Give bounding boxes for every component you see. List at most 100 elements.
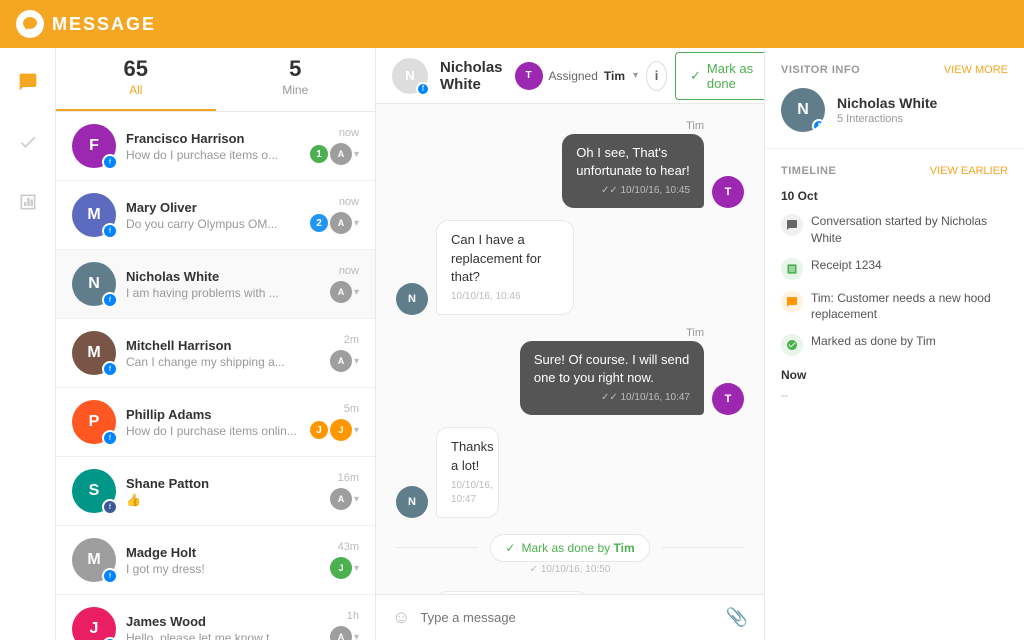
mark-done-time: ✓ 10/10/16, 10:50 bbox=[530, 564, 611, 575]
platform-badge: f bbox=[102, 154, 118, 170]
timeline-item: Tim: Customer needs a new hood replaceme… bbox=[781, 290, 1008, 324]
chevron-icon: ▾ bbox=[354, 149, 359, 160]
conversation-item-shane[interactable]: S f Shane Patton 👍 16m A ▾ bbox=[56, 457, 375, 526]
message-bubble: Can I have a replacement for that? 10/10… bbox=[436, 220, 574, 315]
agent-avatar: A bbox=[330, 281, 352, 303]
platform-badge: f bbox=[102, 430, 118, 446]
visitor-interactions: 5 Interactions bbox=[837, 113, 937, 125]
sidebar-item-messages[interactable] bbox=[10, 64, 46, 100]
agent-btn[interactable]: J ▾ bbox=[330, 557, 359, 579]
conv-meta: 1h A ▾ bbox=[330, 610, 359, 640]
right-panel: VISITOR INFO VIEW MORE N f Nicholas Whit… bbox=[764, 48, 1024, 640]
tab-all[interactable]: 65 All bbox=[56, 56, 216, 111]
agent-btn[interactable]: 2 A ▾ bbox=[310, 212, 359, 234]
conv-avatar: J f bbox=[72, 607, 116, 640]
main-layout: 65 All 5 Mine F f Francisco Harrison How… bbox=[0, 48, 1024, 640]
mark-done-pill: ✓ Mark as done by Tim bbox=[490, 534, 649, 562]
message-sender: Tim bbox=[686, 120, 704, 132]
conv-avatar: N f bbox=[72, 262, 116, 306]
agent-btn[interactable]: A ▾ bbox=[330, 626, 359, 640]
conv-meta: 16m A ▾ bbox=[330, 472, 359, 510]
conversation-item-mitchell[interactable]: M f Mitchell Harrison Can I change my sh… bbox=[56, 319, 375, 388]
info-button[interactable]: i bbox=[646, 61, 667, 91]
agent-btn[interactable]: A ▾ bbox=[330, 488, 359, 510]
conv-preview: Can I change my shipping a... bbox=[126, 355, 320, 369]
message-col: Tim Oh I see, That's unfortunate to hear… bbox=[468, 120, 704, 208]
unread-badge: 2 bbox=[310, 214, 328, 232]
sidebar-item-tasks[interactable] bbox=[10, 124, 46, 160]
logo-icon bbox=[16, 10, 44, 38]
chat-header: N f Nicholas White T Assigned Tim ▾ i ✓ … bbox=[376, 48, 764, 104]
chevron-icon: ▾ bbox=[354, 563, 359, 574]
conv-preview: 👍 bbox=[126, 493, 320, 507]
timeline-header: TIMELINE VIEW EARLIER bbox=[781, 165, 1008, 177]
conv-time: 43m bbox=[338, 541, 359, 553]
sidebar-item-reports[interactable] bbox=[10, 184, 46, 220]
platform-badge: f bbox=[102, 223, 118, 239]
conversation-item-phillip[interactable]: P f Phillip Adams How do I purchase item… bbox=[56, 388, 375, 457]
agent-btn[interactable]: J J ▾ bbox=[310, 419, 359, 441]
conversation-item-francisco[interactable]: F f Francisco Harrison How do I purchase… bbox=[56, 112, 375, 181]
conv-time: now bbox=[339, 127, 359, 139]
agent-avatar: A bbox=[330, 626, 352, 640]
conv-meta: 5m J J ▾ bbox=[310, 403, 359, 441]
platform-badge: f bbox=[102, 361, 118, 377]
conv-meta: 2m A ▾ bbox=[330, 334, 359, 372]
timeline-section: TIMELINE VIEW EARLIER 10 Oct Conversatio… bbox=[765, 149, 1024, 418]
sidebar-icons bbox=[0, 48, 56, 640]
tab-mine[interactable]: 5 Mine bbox=[216, 56, 376, 111]
attach-button[interactable]: 📎 bbox=[726, 607, 748, 628]
agent-btn[interactable]: A ▾ bbox=[330, 281, 359, 303]
message-row: Tim Oh I see, That's unfortunate to hear… bbox=[396, 120, 744, 208]
chevron-icon: ▾ bbox=[354, 494, 359, 505]
view-earlier-button[interactable]: VIEW EARLIER bbox=[930, 165, 1008, 177]
message-bubble: Oh I see, That's unfortunate to hear! ✓✓… bbox=[562, 134, 704, 208]
message-row: Tim Sure! Of course. I will send one to … bbox=[396, 327, 744, 415]
conv-info: Francisco Harrison How do I purchase ite… bbox=[126, 131, 300, 162]
topbar: MESSAGE bbox=[0, 0, 1024, 48]
message-text: Thanks a lot! bbox=[451, 439, 494, 472]
conv-meta: now A ▾ bbox=[330, 265, 359, 303]
message-input[interactable] bbox=[420, 610, 715, 625]
divider-right bbox=[662, 547, 744, 548]
assigned-area: T Assigned Tim ▾ bbox=[515, 62, 639, 90]
user-avatar-small: N bbox=[396, 283, 428, 315]
conv-info: James Wood Hello, please let me know t..… bbox=[126, 614, 320, 640]
mark-done-button[interactable]: ✓ Mark as done bbox=[675, 52, 770, 100]
visitor-avatar: N f bbox=[781, 88, 825, 132]
conversation-item-nicholas[interactable]: N f Nicholas White I am having problems … bbox=[56, 250, 375, 319]
agent-avatar: A bbox=[330, 212, 352, 234]
conv-name: Francisco Harrison bbox=[126, 131, 300, 146]
visitor-details: Nicholas White 5 Interactions bbox=[837, 95, 937, 125]
agent-btn[interactable]: 1 A ▾ bbox=[310, 143, 359, 165]
message-bubble: Sure! Of course. I will send one to you … bbox=[520, 341, 704, 415]
conv-preview: Do you carry Olympus OM... bbox=[126, 217, 300, 231]
message-time: 10/10/16, 10:46 bbox=[451, 290, 559, 304]
conv-avatar: M f bbox=[72, 193, 116, 237]
agent-btn[interactable]: A ▾ bbox=[330, 350, 359, 372]
emoji-button[interactable]: ☺ bbox=[392, 607, 410, 628]
view-more-button[interactable]: VIEW MORE bbox=[944, 64, 1008, 76]
conv-name: Phillip Adams bbox=[126, 407, 300, 422]
divider-left bbox=[396, 547, 478, 548]
message-col: Thanks a lot! 10/10/16, 10:47 bbox=[436, 427, 540, 517]
conv-name: Mary Oliver bbox=[126, 200, 300, 215]
assigned-dropdown-arrow[interactable]: ▾ bbox=[633, 70, 638, 81]
conversation-item-madge[interactable]: M f Madge Holt I got my dress! 43m J ▾ bbox=[56, 526, 375, 595]
message-text: Oh I see, That's unfortunate to hear! bbox=[576, 145, 689, 178]
conv-info: Shane Patton 👍 bbox=[126, 476, 320, 507]
conversation-item-james[interactable]: J f James Wood Hello, please let me know… bbox=[56, 595, 375, 640]
chat-area: N f Nicholas White T Assigned Tim ▾ i ✓ … bbox=[376, 48, 764, 640]
message-row: N Can I have a replacement for that? 10/… bbox=[396, 220, 744, 315]
conversation-items: F f Francisco Harrison How do I purchase… bbox=[56, 112, 375, 640]
mark-done-divider: ✓ Mark as done by Tim ✓ 10/10/16, 10:50 bbox=[396, 534, 744, 575]
conversation-item-mary[interactable]: M f Mary Oliver Do you carry Olympus OM.… bbox=[56, 181, 375, 250]
conv-preview: Hello, please let me know t... bbox=[126, 631, 320, 640]
chat-contact-name: Nicholas White bbox=[440, 59, 503, 93]
timeline-text: Tim: Customer needs a new hood replaceme… bbox=[811, 290, 1008, 324]
timeline-date: 10 Oct bbox=[781, 189, 1008, 203]
visitor-info-section: VISITOR INFO VIEW MORE N f Nicholas Whit… bbox=[765, 48, 1024, 149]
visitor-info: N f Nicholas White 5 Interactions bbox=[781, 88, 1008, 132]
visitor-name: Nicholas White bbox=[837, 95, 937, 111]
message-sender: Tim bbox=[686, 327, 704, 339]
